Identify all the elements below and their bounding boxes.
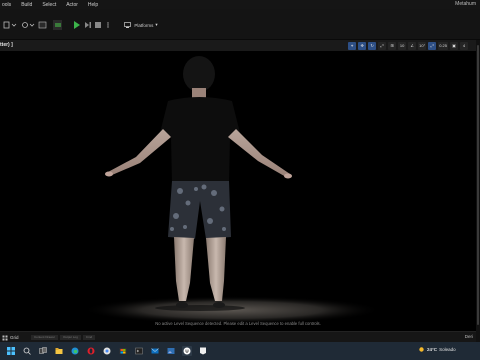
platforms-label: Platforms (134, 22, 154, 28)
grid-button[interactable]: Grid (2, 334, 19, 341)
sequencer-notice: No active Level Sequence detected. Pleas… (155, 321, 321, 326)
opera-icon[interactable] (86, 346, 96, 356)
scale-snap-icon[interactable]: ⤢ (428, 41, 437, 50)
add-actor-button[interactable] (20, 20, 36, 30)
play-button[interactable] (72, 20, 82, 30)
weather-widget[interactable]: 24°C Soleado (418, 346, 456, 353)
photos-icon[interactable] (166, 346, 176, 356)
chevron-down-icon: ▾ (155, 22, 158, 27)
project-title: Metahum (455, 1, 476, 7)
derived-data-label: Deri (464, 334, 473, 339)
cinematics-button[interactable] (53, 20, 62, 30)
bottom-bar: Grid Content Drawer Output Log Cmd Deri (0, 331, 476, 342)
menu-build[interactable]: Build (16, 2, 37, 8)
grid-icon (2, 335, 8, 340)
taskbar: U 24°C Soleado (0, 342, 480, 360)
tab-output-log[interactable]: Output Log (60, 335, 81, 340)
viewport-angle-value[interactable]: 10° (418, 41, 427, 50)
mail-icon[interactable] (150, 346, 160, 356)
file-explorer-icon[interactable] (54, 346, 64, 356)
stop-icon (94, 22, 101, 28)
angle-snap-icon[interactable]: ∠ (408, 41, 417, 50)
select-icon[interactable]: ⌖ (348, 41, 357, 50)
task-view-icon[interactable] (38, 346, 48, 356)
unreal-engine-icon[interactable]: U (182, 346, 192, 356)
viewport-title: tter) ] (0, 42, 13, 48)
menu-help[interactable]: Help (83, 2, 103, 8)
add-actor-icon (22, 22, 35, 28)
menu-select[interactable]: Select (37, 2, 61, 8)
character-render (82, 56, 382, 324)
viewport-header: tter) ] ⌖ ✥ ↻ ⤢ ⊞ 10 ∠ 10° ⤢ 0.25 ▣ 4 (0, 40, 476, 51)
move-icon[interactable]: ✥ (358, 41, 367, 50)
sun-icon (419, 347, 424, 352)
rotate-icon[interactable]: ↻ (368, 41, 377, 50)
more-options-icon (107, 22, 109, 28)
scrollbar-thumb[interactable] (477, 45, 479, 325)
scale-icon[interactable]: ⤢ (378, 41, 387, 50)
epic-games-icon[interactable] (198, 346, 208, 356)
platforms-icon (124, 22, 132, 28)
vertical-scrollbar[interactable] (476, 40, 480, 342)
select-mode-button[interactable] (2, 20, 18, 30)
tab-content-drawer[interactable]: Content Drawer (31, 335, 59, 340)
grid-label: Grid (10, 335, 19, 340)
viewport-grid-value[interactable]: 10 (398, 41, 407, 50)
select-mode-icon (3, 21, 17, 29)
step-button[interactable] (83, 20, 92, 30)
menu-actor[interactable]: Actor (61, 2, 83, 8)
play-options-button[interactable] (104, 20, 112, 30)
platforms-dropdown[interactable]: Platforms ▾ (122, 20, 160, 30)
bottom-tabs: Content Drawer Output Log Cmd (31, 335, 96, 340)
tab-cmd[interactable]: Cmd (82, 335, 96, 340)
camera-speed-icon[interactable]: ▣ (450, 41, 458, 50)
store-icon[interactable] (118, 346, 128, 356)
svg-text:U: U (185, 349, 188, 354)
weather-temperature: 24°C (427, 347, 438, 352)
stop-button[interactable] (93, 20, 102, 30)
blueprint-button[interactable] (37, 20, 49, 30)
menu-tools[interactable]: ools (0, 2, 16, 8)
main-toolbar: Platforms ▾ (0, 9, 480, 40)
menu-bar: ools Build Select Actor Help Metahum (0, 0, 480, 9)
search-icon[interactable] (22, 346, 32, 356)
viewport-camera-speed-value[interactable]: 4 (460, 41, 468, 50)
terminal-icon[interactable] (134, 346, 144, 356)
cinematics-icon (54, 23, 61, 27)
grid-snap-icon[interactable]: ⊞ (388, 41, 397, 50)
blueprint-icon (38, 21, 47, 29)
weather-condition: Soleado (439, 347, 456, 352)
play-icon (74, 21, 80, 29)
chrome-icon[interactable] (102, 346, 112, 356)
edge-icon[interactable] (70, 346, 80, 356)
viewport-scale-value[interactable]: 0.25 (438, 41, 448, 50)
level-viewport[interactable]: No active Level Sequence detected. Pleas… (0, 51, 476, 331)
viewport-tools: ⌖ ✥ ↻ ⤢ ⊞ 10 ∠ 10° ⤢ 0.25 ▣ 4 (348, 41, 468, 50)
step-icon (84, 22, 91, 28)
windows-icon[interactable] (6, 346, 16, 356)
